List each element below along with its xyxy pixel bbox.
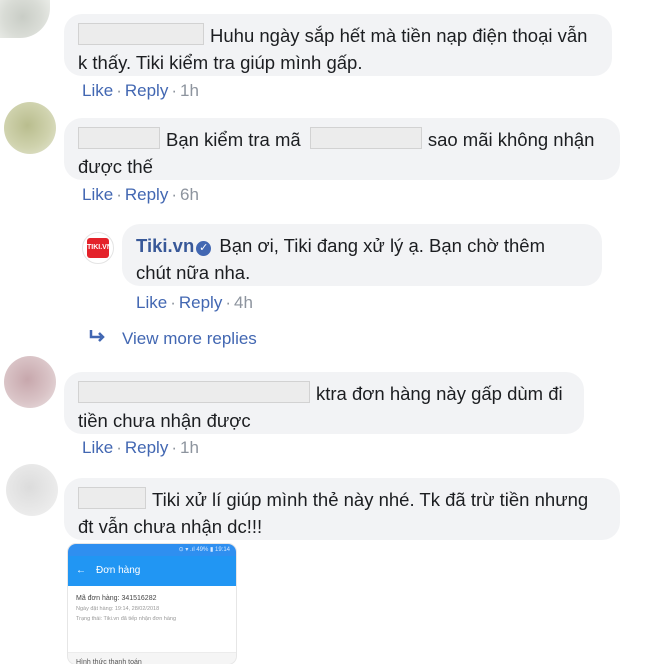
comment-text: Tiki xử lí giúp mình thẻ này nhé. Tk đã …	[152, 489, 589, 510]
redacted-name	[78, 487, 146, 509]
like-link[interactable]: Like	[82, 438, 113, 457]
redacted-name	[78, 127, 160, 149]
commenter-avatar[interactable]	[0, 0, 50, 38]
reply-text: Bạn ơi, Tiki đang xử lý ạ. Bạn chờ thêm	[219, 235, 546, 256]
redacted-name	[78, 23, 204, 45]
reply-arrow-icon	[88, 328, 110, 349]
commenter-avatar[interactable]	[6, 464, 58, 516]
reply-link[interactable]: Reply	[179, 293, 222, 312]
phone-app-title: Đơn hàng	[96, 565, 141, 576]
verified-badge-icon: ✓	[196, 241, 212, 256]
timestamp[interactable]: 4h	[234, 293, 253, 312]
reply-text: chút nữa nha.	[136, 262, 251, 283]
reply-link[interactable]: Reply	[125, 185, 168, 204]
commenter-avatar[interactable]	[4, 102, 56, 154]
like-link[interactable]: Like	[82, 81, 113, 100]
order-date: Ngày đặt hàng: 19:14, 28/02/2018	[76, 606, 160, 612]
timestamp[interactable]: 6h	[180, 185, 199, 204]
comment-text: được thế	[78, 156, 153, 177]
reply-link[interactable]: Reply	[125, 81, 168, 100]
comment-text: đt vẫn chưa nhận dc!!!	[78, 516, 263, 537]
reply-author[interactable]: Tiki.vn	[136, 235, 194, 256]
comment-bubble: Tiki xử lí giúp mình thẻ này nhé. Tk đã …	[64, 478, 620, 540]
redacted-name	[78, 381, 310, 403]
reply-bubble: Tiki.vn ✓ Bạn ơi, Tiki đang xử lý ạ. Bạn …	[122, 224, 602, 286]
order-state: Trạng thái: Tiki.vn đã tiếp nhận đơn hàn…	[76, 616, 177, 622]
like-link[interactable]: Like	[136, 293, 167, 312]
comment-text: sao mãi không nhận	[427, 129, 595, 150]
timestamp[interactable]: 1h	[180, 81, 199, 100]
comment-actions: Like · Reply · 1h	[82, 438, 199, 457]
comment-actions: Like · Reply · 6h	[82, 185, 199, 204]
back-arrow-icon: ←	[76, 565, 86, 576]
comment-bubble: Bạn kiểm tra mã sao mãi không nhận được …	[64, 118, 620, 180]
comment-text: ktra đơn hàng này gấp dùm đi	[316, 383, 563, 404]
comment-bubble: Huhu ngày sắp hết mà tiền nạp điện thoại…	[64, 14, 612, 76]
redacted-code	[309, 127, 422, 149]
comment-actions: Like · Reply · 1h	[82, 81, 199, 100]
comment-text: k thấy. Tiki kiểm tra giúp mình gấp.	[78, 52, 363, 73]
view-more-replies-label: View more replies	[122, 329, 257, 348]
phone-status-bar: ⊙ ▾ .ıl 49% ▮ 19:14	[68, 544, 236, 556]
reply-link[interactable]: Reply	[125, 438, 168, 457]
comment-text: Huhu ngày sắp hết mà tiền nạp điện thoại…	[210, 25, 588, 46]
like-link[interactable]: Like	[82, 185, 113, 204]
order-number: Mã đơn hàng: 341516282	[76, 595, 157, 602]
commenter-avatar[interactable]	[4, 356, 56, 408]
attached-screenshot[interactable]: ⊙ ▾ .ıl 49% ▮ 19:14 ← Đơn hàng Mã đơn hàn…	[68, 544, 236, 664]
reply-actions: Like · Reply · 4h	[136, 293, 253, 312]
phone-app-bar: ← Đơn hàng	[68, 556, 236, 586]
tiki-logo-icon: TIKI.VN	[87, 238, 112, 258]
timestamp[interactable]: 1h	[180, 438, 199, 457]
comment-text: tiền chưa nhận được	[78, 410, 251, 431]
view-more-replies-link[interactable]: View more replies	[88, 328, 257, 349]
payment-section: Hình thức thanh toán	[68, 652, 236, 664]
tiki-avatar[interactable]: TIKI.VN	[82, 232, 114, 264]
comment-bubble: ktra đơn hàng này gấp dùm đi tiền chưa n…	[64, 372, 584, 434]
comment-text: Bạn kiểm tra mã	[166, 129, 301, 150]
phone-order-details: Mã đơn hàng: 341516282 Ngày đặt hàng: 19…	[68, 586, 236, 652]
